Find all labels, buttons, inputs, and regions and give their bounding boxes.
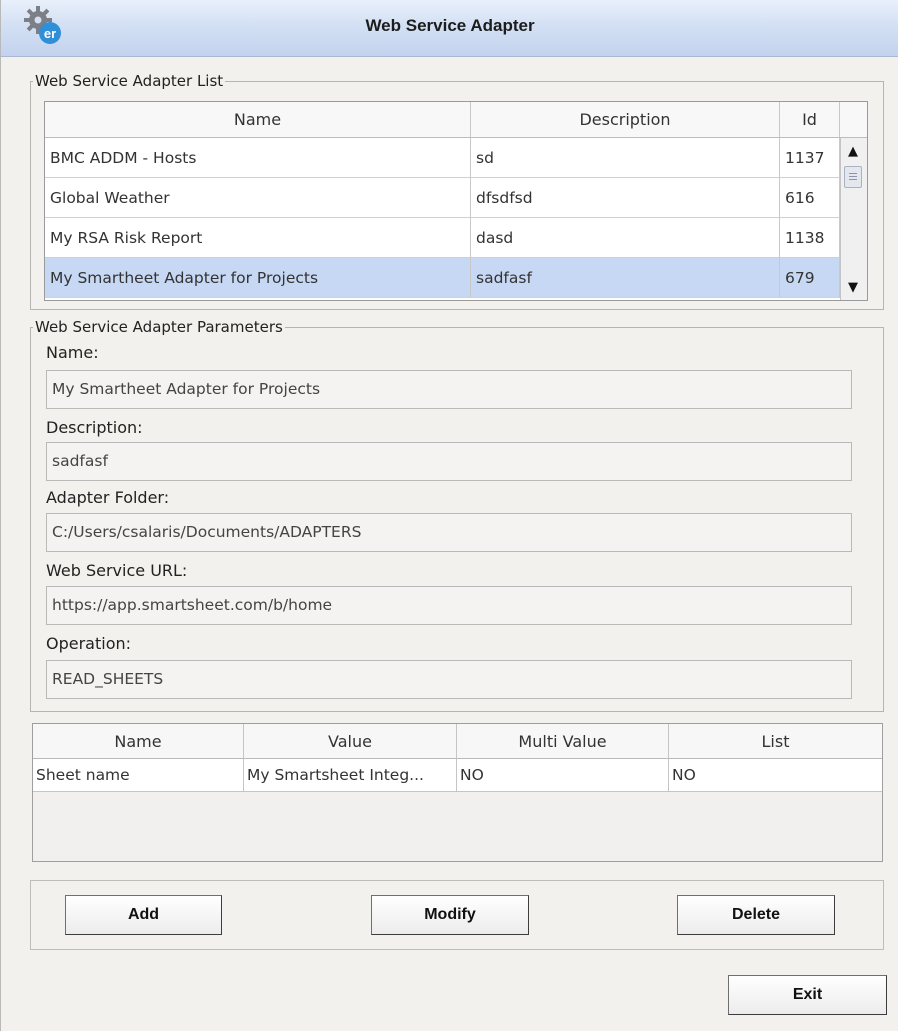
web-service-url-label: Web Service URL:	[46, 561, 188, 580]
adapter-table-scrollbar[interactable]: ▲ ▼	[840, 138, 867, 300]
column-header-description[interactable]: Description	[471, 102, 780, 138]
cell-id: 1137	[780, 138, 840, 178]
description-field[interactable]: sadfasf	[46, 442, 852, 481]
name-field[interactable]: My Smartheet Adapter for Projects	[46, 370, 852, 409]
param-cell-multi-value[interactable]: NO	[457, 759, 669, 792]
adapter-folder-field[interactable]: C:/Users/csalaris/Documents/ADAPTERS	[46, 513, 852, 552]
window-title: Web Service Adapter	[365, 16, 535, 35]
scroll-thumb[interactable]	[844, 166, 862, 188]
table-row[interactable]: BMC ADDM - Hosts sd 1137	[45, 138, 867, 178]
adapter-parameters-legend: Web Service Adapter Parameters	[35, 318, 283, 336]
title-bar[interactable]: er Web Service Adapter	[1, 0, 898, 57]
adapter-folder-label: Adapter Folder:	[46, 488, 170, 507]
cell-name: BMC ADDM - Hosts	[45, 138, 471, 178]
modify-button[interactable]: Modify	[371, 895, 529, 935]
param-column-header-multi-value[interactable]: Multi Value	[457, 724, 669, 759]
param-column-header-value[interactable]: Value	[244, 724, 457, 759]
add-button[interactable]: Add	[65, 895, 222, 935]
param-cell-value[interactable]: My Smartsheet Integ...	[244, 759, 457, 792]
cell-description: sd	[471, 138, 780, 178]
name-label: Name:	[46, 343, 99, 362]
param-cell-name[interactable]: Sheet name	[33, 759, 244, 792]
exit-button[interactable]: Exit	[728, 975, 887, 1015]
delete-button[interactable]: Delete	[677, 895, 835, 935]
adapter-table: Name Description Id BMC ADDM - Hosts sd …	[44, 101, 868, 301]
scroll-down-arrow-icon[interactable]: ▼	[843, 278, 863, 298]
cell-description: dfsdfsd	[471, 178, 780, 218]
description-label: Description:	[46, 418, 143, 437]
table-row[interactable]: My RSA Risk Report dasd 1138	[45, 218, 867, 258]
cell-id: 1138	[780, 218, 840, 258]
parameters-table: Name Value Multi Value List Sheet name M…	[32, 723, 883, 862]
cell-description: sadfasf	[471, 258, 780, 298]
table-row[interactable]: Global Weather dfsdfsd 616	[45, 178, 867, 218]
operation-field[interactable]: READ_SHEETS	[46, 660, 852, 699]
web-service-url-field[interactable]: https://app.smartsheet.com/b/home	[46, 586, 852, 625]
cell-id: 679	[780, 258, 840, 298]
header-corner	[840, 102, 867, 138]
web-service-adapter-window: er Web Service Adapter Web Service Adapt…	[0, 0, 898, 1031]
param-column-header-name[interactable]: Name	[33, 724, 244, 759]
cell-id: 616	[780, 178, 840, 218]
cell-name: My RSA Risk Report	[45, 218, 471, 258]
table-row-selected[interactable]: My Smartheet Adapter for Projects sadfas…	[45, 258, 867, 298]
cell-name: My Smartheet Adapter for Projects	[45, 258, 471, 298]
param-cell-list[interactable]: NO	[669, 759, 882, 792]
column-header-id[interactable]: Id	[780, 102, 840, 138]
scroll-up-arrow-icon[interactable]: ▲	[843, 142, 863, 162]
cell-name: Global Weather	[45, 178, 471, 218]
param-column-header-list[interactable]: List	[669, 724, 882, 759]
adapter-list-legend: Web Service Adapter List	[35, 72, 224, 90]
column-header-name[interactable]: Name	[45, 102, 471, 138]
cell-description: dasd	[471, 218, 780, 258]
operation-label: Operation:	[46, 634, 132, 653]
